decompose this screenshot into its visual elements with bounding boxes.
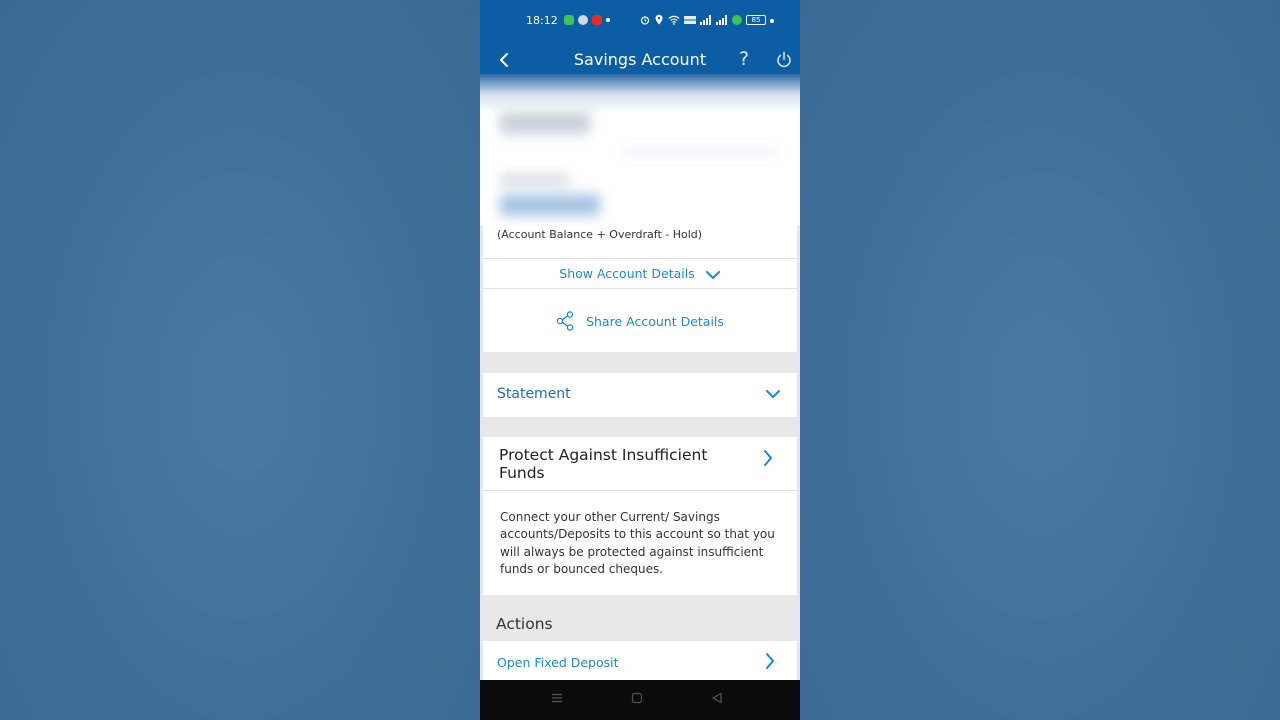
- obscured-available-balance: [500, 194, 600, 216]
- balance-note: (Account Balance + Overdraft - Hold): [497, 228, 703, 241]
- show-account-details-label: Show Account Details: [559, 266, 695, 281]
- actions-section-title: Actions: [496, 615, 553, 633]
- chevron-down-icon[interactable]: [765, 388, 781, 400]
- app-header: Savings Account ?: [480, 42, 800, 78]
- charging-icon: [732, 14, 742, 25]
- signal-icon: [716, 14, 727, 25]
- share-account-details-button[interactable]: Share Account Details: [480, 311, 800, 331]
- backdrop-left: [0, 0, 480, 720]
- share-icon: [556, 311, 574, 331]
- more-notifications-icon: [606, 18, 610, 22]
- battery-icon: 85: [746, 14, 766, 25]
- notification-icons: [564, 15, 610, 25]
- question-mark-icon[interactable]: ?: [739, 48, 749, 70]
- chevron-right-icon[interactable]: [764, 652, 776, 670]
- network-type-icon: [684, 15, 696, 24]
- show-account-details-button[interactable]: Show Account Details: [480, 266, 800, 281]
- protect-title: Protect Against Insufficient Funds: [499, 446, 708, 482]
- obscured-balance-area: [480, 74, 800, 226]
- system-status-icons: 85: [640, 14, 774, 25]
- recent-apps-icon[interactable]: [551, 692, 563, 704]
- share-account-details-label: Share Account Details: [586, 314, 724, 329]
- system-navigation-bar: [480, 680, 800, 720]
- obscured-divider: [620, 150, 780, 154]
- signal-icon: [700, 14, 711, 25]
- alarm-icon: [640, 15, 650, 25]
- location-icon: [655, 14, 663, 25]
- status-dot-icon: [770, 19, 774, 23]
- backdrop-right: [800, 0, 1280, 720]
- back-nav-icon[interactable]: [711, 692, 723, 704]
- status-time: 18:12: [526, 14, 558, 27]
- power-icon[interactable]: [774, 50, 794, 70]
- wifi-icon: [668, 15, 680, 25]
- open-fixed-deposit-label[interactable]: Open Fixed Deposit: [497, 655, 619, 670]
- app-notification-icon: [578, 15, 588, 25]
- chevron-down-icon: [705, 271, 720, 279]
- app-notification-icon: [592, 15, 602, 25]
- obscured-balance: [500, 112, 590, 134]
- chevron-right-icon[interactable]: [762, 449, 774, 467]
- obscured-label: [500, 174, 570, 186]
- protect-description: Connect your other Current/ Savings acco…: [500, 510, 775, 576]
- status-bar: 18:12 85: [480, 0, 800, 42]
- page-title: Savings Account: [573, 50, 707, 69]
- phone-screen: 18:12 85 Savings Account ? (Account Bala…: [480, 0, 800, 720]
- app-notification-icon: [564, 15, 574, 25]
- statement-label: Statement: [497, 386, 571, 402]
- home-icon[interactable]: [631, 692, 643, 704]
